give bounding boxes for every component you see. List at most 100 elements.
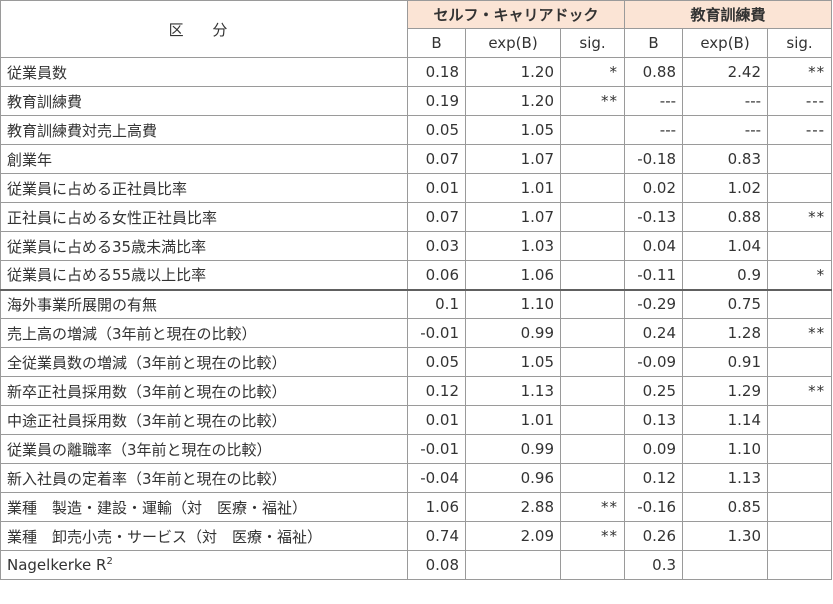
- cell-self-sig: [559, 318, 626, 348]
- cell-edu-exp-b: ---: [682, 115, 769, 145]
- cell-edu-sig: **: [767, 318, 833, 348]
- cell-edu-b: -0.09: [624, 347, 684, 377]
- cell-edu-sig: [767, 173, 833, 203]
- cell-edu-sig: **: [767, 376, 833, 406]
- cell-self-b: 0.07: [407, 144, 466, 174]
- cell-self-b: 0.05: [407, 347, 466, 377]
- cell-edu-exp-b: [682, 550, 769, 580]
- cell-self-b: -0.01: [407, 318, 466, 348]
- cell-self-exp-b: 1.01: [465, 173, 561, 203]
- cell-self-b: -0.01: [407, 434, 466, 464]
- cell-edu-exp-b: 0.9: [682, 260, 769, 290]
- table-row: 従業員に占める35歳未満比率 0.03 1.03 0.04 1.04: [0, 231, 833, 261]
- cell-self-sig: [559, 173, 626, 203]
- cell-self-b: 0.05: [407, 115, 466, 145]
- cell-edu-sig: ---: [767, 86, 833, 116]
- cell-edu-exp-b: 0.75: [682, 288, 769, 319]
- row-label: 売上高の増減（3年前と現在の比較）: [0, 318, 408, 348]
- cell-self-b: -0.04: [407, 463, 466, 493]
- row-label: 従業員に占める55歳以上比率: [0, 260, 408, 290]
- cell-self-sig: [559, 202, 626, 232]
- cell-self-b: 0.01: [407, 173, 466, 203]
- cell-self-sig: **: [559, 86, 626, 116]
- cell-self-exp-b: 0.99: [465, 318, 561, 348]
- cell-edu-exp-b: 1.29: [682, 376, 769, 406]
- cell-edu-exp-b: ---: [682, 86, 769, 116]
- cell-edu-b: ---: [624, 115, 684, 145]
- col-header-exp-b: exp(B): [465, 28, 561, 58]
- cell-edu-b: -0.18: [624, 144, 684, 174]
- cell-self-b: 0.03: [407, 231, 466, 261]
- cell-edu-b: -0.11: [624, 260, 684, 290]
- cell-self-b: 0.18: [407, 57, 466, 87]
- cell-self-b: 0.08: [407, 550, 466, 580]
- cell-self-b: 0.06: [407, 260, 466, 290]
- r2-label-text: Nagelkerke R: [7, 556, 107, 574]
- row-label: 従業員に占める正社員比率: [0, 173, 408, 203]
- cell-self-sig: [559, 463, 626, 493]
- regression-table: 区 分 セルフ・キャリアドック 教育訓練費 B exp(B) sig. B ex…: [0, 0, 833, 580]
- cell-edu-b: 0.25: [624, 376, 684, 406]
- table-row: 中途正社員採用数（3年前と現在の比較） 0.01 1.01 0.13 1.14: [0, 405, 833, 435]
- cell-edu-b: 0.09: [624, 434, 684, 464]
- row-label: 業種 卸売小売・サービス（対 医療・福祉）: [0, 521, 408, 551]
- cell-self-exp-b: 1.20: [465, 57, 561, 87]
- cell-self-exp-b: 1.05: [465, 115, 561, 145]
- cell-self-sig: [559, 550, 626, 580]
- table-row: 新卒正社員採用数（3年前と現在の比較） 0.12 1.13 0.25 1.29 **: [0, 376, 833, 406]
- table-row-r2: Nagelkerke R2 0.08 0.3: [0, 550, 833, 580]
- table-row: 海外事業所展開の有無 0.1 1.10 -0.29 0.75: [0, 288, 833, 319]
- cell-self-b: 0.1: [407, 288, 466, 319]
- cell-self-b: 0.74: [407, 521, 466, 551]
- table-row: 全従業員数の増減（3年前と現在の比較） 0.05 1.05 -0.09 0.91: [0, 347, 833, 377]
- cell-edu-exp-b: 1.13: [682, 463, 769, 493]
- table-row: 従業員の離職率（3年前と現在の比較） -0.01 0.99 0.09 1.10: [0, 434, 833, 464]
- cell-edu-b: -0.16: [624, 492, 684, 522]
- cell-self-b: 0.07: [407, 202, 466, 232]
- col-header-b: B: [407, 28, 466, 58]
- row-label: 従業員数: [0, 57, 408, 87]
- cell-edu-exp-b: 2.42: [682, 57, 769, 87]
- cell-edu-exp-b: 1.02: [682, 173, 769, 203]
- cell-self-exp-b: 0.96: [465, 463, 561, 493]
- col-header-b: B: [624, 28, 684, 58]
- cell-self-sig: [559, 434, 626, 464]
- header-kubun: 区 分: [0, 0, 408, 58]
- cell-self-sig: [559, 144, 626, 174]
- cell-edu-exp-b: 0.88: [682, 202, 769, 232]
- cell-edu-b: -0.29: [624, 288, 684, 319]
- table-row: 業種 製造・建設・運輸（対 医療・福祉） 1.06 2.88 ** -0.16 0.85: [0, 492, 833, 522]
- row-label: 全従業員数の増減（3年前と現在の比較）: [0, 347, 408, 377]
- table-row: 教育訓練費 0.19 1.20 ** --- --- ---: [0, 86, 833, 116]
- cell-self-exp-b: 1.01: [465, 405, 561, 435]
- row-label: 新卒正社員採用数（3年前と現在の比較）: [0, 376, 408, 406]
- cell-edu-sig: [767, 347, 833, 377]
- group-header-self-career-dock: セルフ・キャリアドック: [406, 0, 626, 29]
- cell-edu-exp-b: 0.91: [682, 347, 769, 377]
- cell-edu-exp-b: 0.85: [682, 492, 769, 522]
- cell-edu-sig: ---: [767, 115, 833, 145]
- cell-edu-b: ---: [624, 86, 684, 116]
- row-label: 創業年: [0, 144, 408, 174]
- cell-edu-b: 0.26: [624, 521, 684, 551]
- cell-self-exp-b: 1.07: [465, 144, 561, 174]
- row-label: 従業員の離職率（3年前と現在の比較）: [0, 434, 408, 464]
- cell-edu-exp-b: 1.28: [682, 318, 769, 348]
- cell-edu-sig: [767, 463, 833, 493]
- table-row: 従業員数 0.18 1.20 * 0.88 2.42 **: [0, 57, 833, 87]
- cell-self-b: 0.01: [407, 405, 466, 435]
- table-row: 従業員に占める55歳以上比率 0.06 1.06 -0.11 0.9 *: [0, 260, 833, 290]
- cell-self-sig: **: [559, 521, 626, 551]
- cell-edu-exp-b: 1.04: [682, 231, 769, 261]
- row-label: 教育訓練費対売上高費: [0, 115, 408, 145]
- cell-edu-b: 0.24: [624, 318, 684, 348]
- cell-self-exp-b: 1.10: [465, 288, 561, 319]
- cell-edu-sig: [767, 550, 833, 580]
- header-group-row: 区 分 セルフ・キャリアドック 教育訓練費: [0, 0, 833, 58]
- cell-edu-sig: **: [767, 57, 833, 87]
- table-row: 従業員に占める正社員比率 0.01 1.01 0.02 1.02: [0, 173, 833, 203]
- table-row: 新入社員の定着率（3年前と現在の比較） -0.04 0.96 0.12 1.13: [0, 463, 833, 493]
- row-label: 新入社員の定着率（3年前と現在の比較）: [0, 463, 408, 493]
- cell-edu-sig: [767, 492, 833, 522]
- table-row: 正社員に占める女性正社員比率 0.07 1.07 -0.13 0.88 **: [0, 202, 833, 232]
